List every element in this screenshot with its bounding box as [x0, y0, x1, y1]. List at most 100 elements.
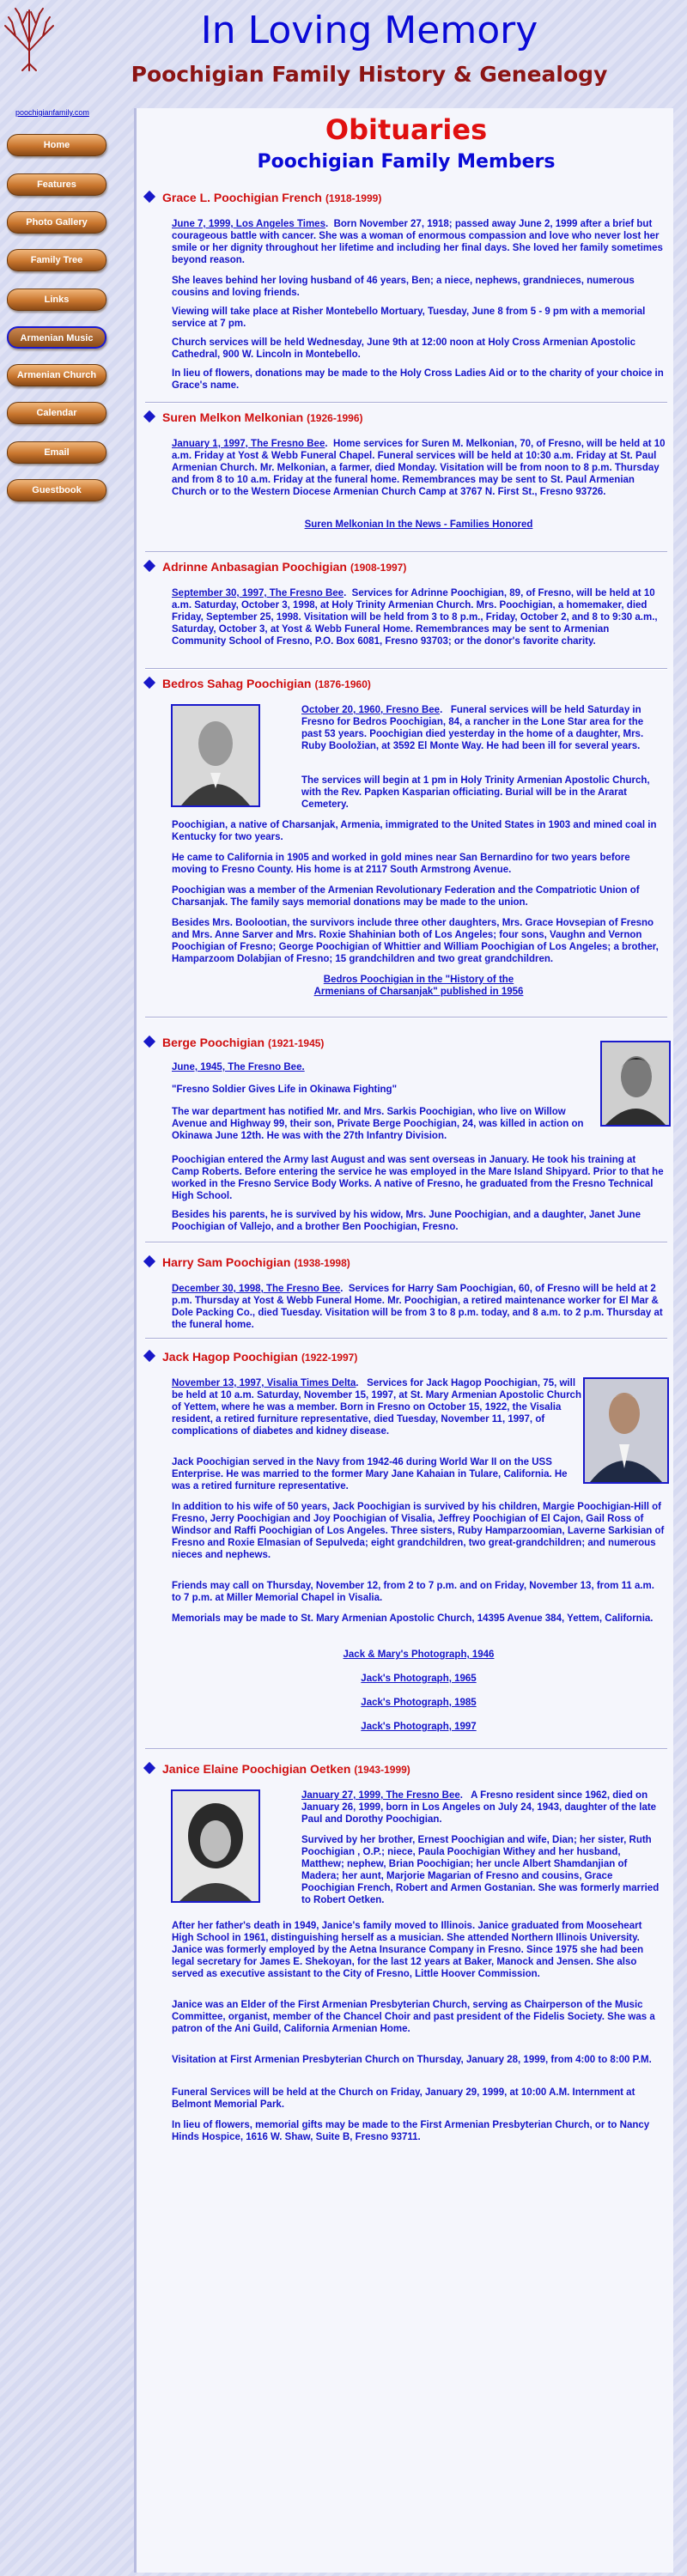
diamond-bullet-icon: [143, 1761, 156, 1774]
obituary-paragraph: In lieu of flowers, donations may be mad…: [172, 368, 664, 391]
news-source: June, 1945, The Fresno Bee.: [172, 1062, 305, 1072]
obituary-paragraph: Funeral Services will be held at the Chu…: [172, 2087, 635, 2110]
deceased-name: Grace L. Poochigian French: [162, 191, 322, 204]
nav-family-tree-button[interactable]: Family Tree: [7, 249, 106, 271]
news-source: January 1, 1997, The Fresno Bee: [172, 439, 325, 449]
obituary-paragraph: In addition to his wife of 50 years, Jac…: [172, 1502, 665, 1560]
nav-armenian-church-button[interactable]: Armenian Church: [7, 364, 106, 386]
section-divider: [145, 402, 667, 404]
section-divider: [145, 1017, 667, 1018]
news-link-families-honored[interactable]: Suren Melkonian In the News - Families H…: [172, 519, 666, 531]
site-home-link[interactable]: poochigianfamily.com: [15, 108, 89, 117]
page-header: In Loving Memory Poochigian Family Histo…: [0, 0, 687, 101]
obituary-paragraph: Friends may call on Thursday, November 1…: [172, 1581, 654, 1603]
nav-features-button[interactable]: Features: [7, 173, 106, 196]
obituary-paragraph: October 20, 1960, Fresno Bee. Funeral se…: [301, 705, 644, 751]
obituary-heading: Bedros Sahag Poochigian (1876-1960): [143, 676, 371, 692]
obituary-paragraph: Viewing will take place at Risher Monteb…: [172, 307, 646, 329]
history-link[interactable]: Bedros Poochigian in the "History of the: [172, 974, 666, 986]
obituary-paragraph: Poochigian, a native of Charsanjak, Arme…: [172, 820, 657, 842]
obituary-paragraph: December 30, 1998, The Fresno Bee. Servi…: [172, 1284, 663, 1330]
obituary-paragraph: Poochigian entered the Army last August …: [172, 1155, 664, 1201]
obituary-paragraph: Janice was an Elder of the First Armenia…: [172, 2000, 655, 2034]
nav-links-button[interactable]: Links: [7, 289, 106, 311]
news-source: November 13, 1997, Visalia Times Delta: [172, 1378, 356, 1388]
deceased-name: Berge Poochigian: [162, 1036, 265, 1049]
obituary-heading: Suren Melkon Melkonian (1926-1996): [143, 410, 363, 426]
section-divider: [145, 668, 667, 670]
history-link[interactable]: Armenians of Charsanjak" published in 19…: [172, 986, 666, 998]
obituary-paragraph: Besides his parents, he is survived by h…: [172, 1210, 641, 1232]
obituary-paragraph: Jack Poochigian served in the Navy from …: [172, 1457, 568, 1492]
life-dates: (1926-1996): [307, 412, 363, 424]
obituary-paragraph: November 13, 1997, Visalia Times Delta. …: [172, 1378, 581, 1437]
nav-home-button[interactable]: Home: [7, 134, 106, 156]
obituary-heading: Grace L. Poochigian French (1918-1999): [143, 190, 382, 206]
section-divider: [145, 551, 667, 553]
portrait-photo: [583, 1377, 669, 1484]
diamond-bullet-icon: [143, 190, 156, 203]
life-dates: (1938-1998): [294, 1257, 350, 1269]
obituary-paragraph: Survived by her brother, Ernest Poochigi…: [301, 1835, 660, 1905]
portrait-placeholder-icon: [173, 1791, 258, 1901]
nav-armenian-music-button[interactable]: Armenian Music: [7, 326, 106, 349]
news-source: January 27, 1999, The Fresno Bee: [301, 1790, 460, 1801]
news-source: June 7, 1999, Los Angeles Times: [172, 219, 325, 229]
photograph-link[interactable]: Jack's Photograph, 1985: [172, 1697, 666, 1709]
obituary-heading: Adrinne Anbasagian Poochigian (1908-1997): [143, 559, 407, 575]
diamond-bullet-icon: [143, 676, 156, 689]
photograph-link[interactable]: Jack & Mary's Photograph, 1946: [172, 1649, 666, 1661]
life-dates: (1921-1945): [268, 1037, 325, 1049]
obituary-heading: Jack Hagop Poochigian (1922-1997): [143, 1349, 358, 1365]
obituary-paragraph: January 27, 1999, The Fresno Bee. A Fres…: [301, 1790, 657, 1825]
obituary-heading: Berge Poochigian (1921-1945): [143, 1035, 325, 1051]
obituaries-content: Obituaries Poochigian Family Members Gra…: [134, 108, 673, 2573]
deceased-name: Janice Elaine Poochigian Oetken: [162, 1762, 351, 1776]
obituary-paragraph: September 30, 1997, The Fresno Bee. Serv…: [172, 588, 658, 647]
portrait-photo: [600, 1041, 671, 1127]
life-dates: (1943-1999): [354, 1764, 410, 1776]
obituary-paragraph: The war department has notified Mr. and …: [172, 1107, 584, 1141]
deceased-name: Adrinne Anbasagian Poochigian: [162, 560, 347, 574]
obituary-heading: Harry Sam Poochigian (1938-1998): [143, 1255, 350, 1271]
diamond-bullet-icon: [143, 1349, 156, 1362]
obituary-paragraph: Visitation at First Armenian Presbyteria…: [172, 2055, 652, 2065]
section-divider: [145, 1242, 667, 1243]
photograph-link[interactable]: Jack's Photograph, 1997: [172, 1721, 666, 1733]
nav-email-button[interactable]: Email: [7, 441, 106, 464]
diamond-bullet-icon: [143, 410, 156, 422]
site-subtitle: Poochigian Family History & Genealogy: [131, 62, 608, 87]
nav-calendar-button[interactable]: Calendar: [7, 402, 106, 424]
news-source: September 30, 1997, The Fresno Bee: [172, 588, 344, 598]
obituary-paragraph: Besides Mrs. Boolootian, the survivors i…: [172, 918, 659, 964]
site-title: In Loving Memory: [200, 9, 538, 52]
obituary-paragraph: "Fresno Soldier Gives Life in Okinawa Fi…: [172, 1084, 398, 1095]
nav-guestbook-button[interactable]: Guestbook: [7, 479, 106, 501]
news-source: October 20, 1960, Fresno Bee: [301, 705, 441, 715]
obituary-paragraph: She leaves behind her loving husband of …: [172, 276, 635, 298]
deceased-name: Jack Hagop Poochigian: [162, 1350, 298, 1364]
life-dates: (1876-1960): [314, 678, 371, 690]
family-tree-logo: [4, 8, 54, 71]
life-dates: (1922-1997): [301, 1352, 358, 1364]
deceased-name: Harry Sam Poochigian: [162, 1255, 291, 1269]
obituary-paragraph: He came to California in 1905 and worked…: [172, 853, 630, 875]
diamond-bullet-icon: [143, 1035, 156, 1048]
life-dates: (1908-1997): [350, 562, 407, 574]
obituary-paragraph: The services will begin at 1 pm in Holy …: [301, 775, 650, 810]
photograph-link[interactable]: Jack's Photograph, 1965: [172, 1673, 666, 1685]
news-source: December 30, 1998, The Fresno Bee: [172, 1284, 341, 1294]
obituary-paragraph: After her father's death in 1949, Janice…: [172, 1921, 644, 1979]
obituary-paragraph: Poochigian was a member of the Armenian …: [172, 885, 640, 908]
obituary-paragraph: In lieu of flowers, memorial gifts may b…: [172, 2120, 650, 2142]
life-dates: (1918-1999): [325, 192, 382, 204]
nav-photo-gallery-button[interactable]: Photo Gallery: [7, 211, 106, 234]
portrait-placeholder-icon: [173, 706, 258, 805]
obituary-paragraph: June, 1945, The Fresno Bee.: [172, 1061, 584, 1073]
portrait-placeholder-icon: [585, 1379, 667, 1482]
page-subheading: Poochigian Family Members: [257, 151, 556, 173]
obituary-paragraph: Memorials may be made to St. Mary Armeni…: [172, 1613, 654, 1624]
obituary-heading: Janice Elaine Poochigian Oetken (1943-199…: [143, 1761, 410, 1777]
diamond-bullet-icon: [143, 559, 156, 572]
page-heading: Obituaries: [325, 113, 488, 146]
